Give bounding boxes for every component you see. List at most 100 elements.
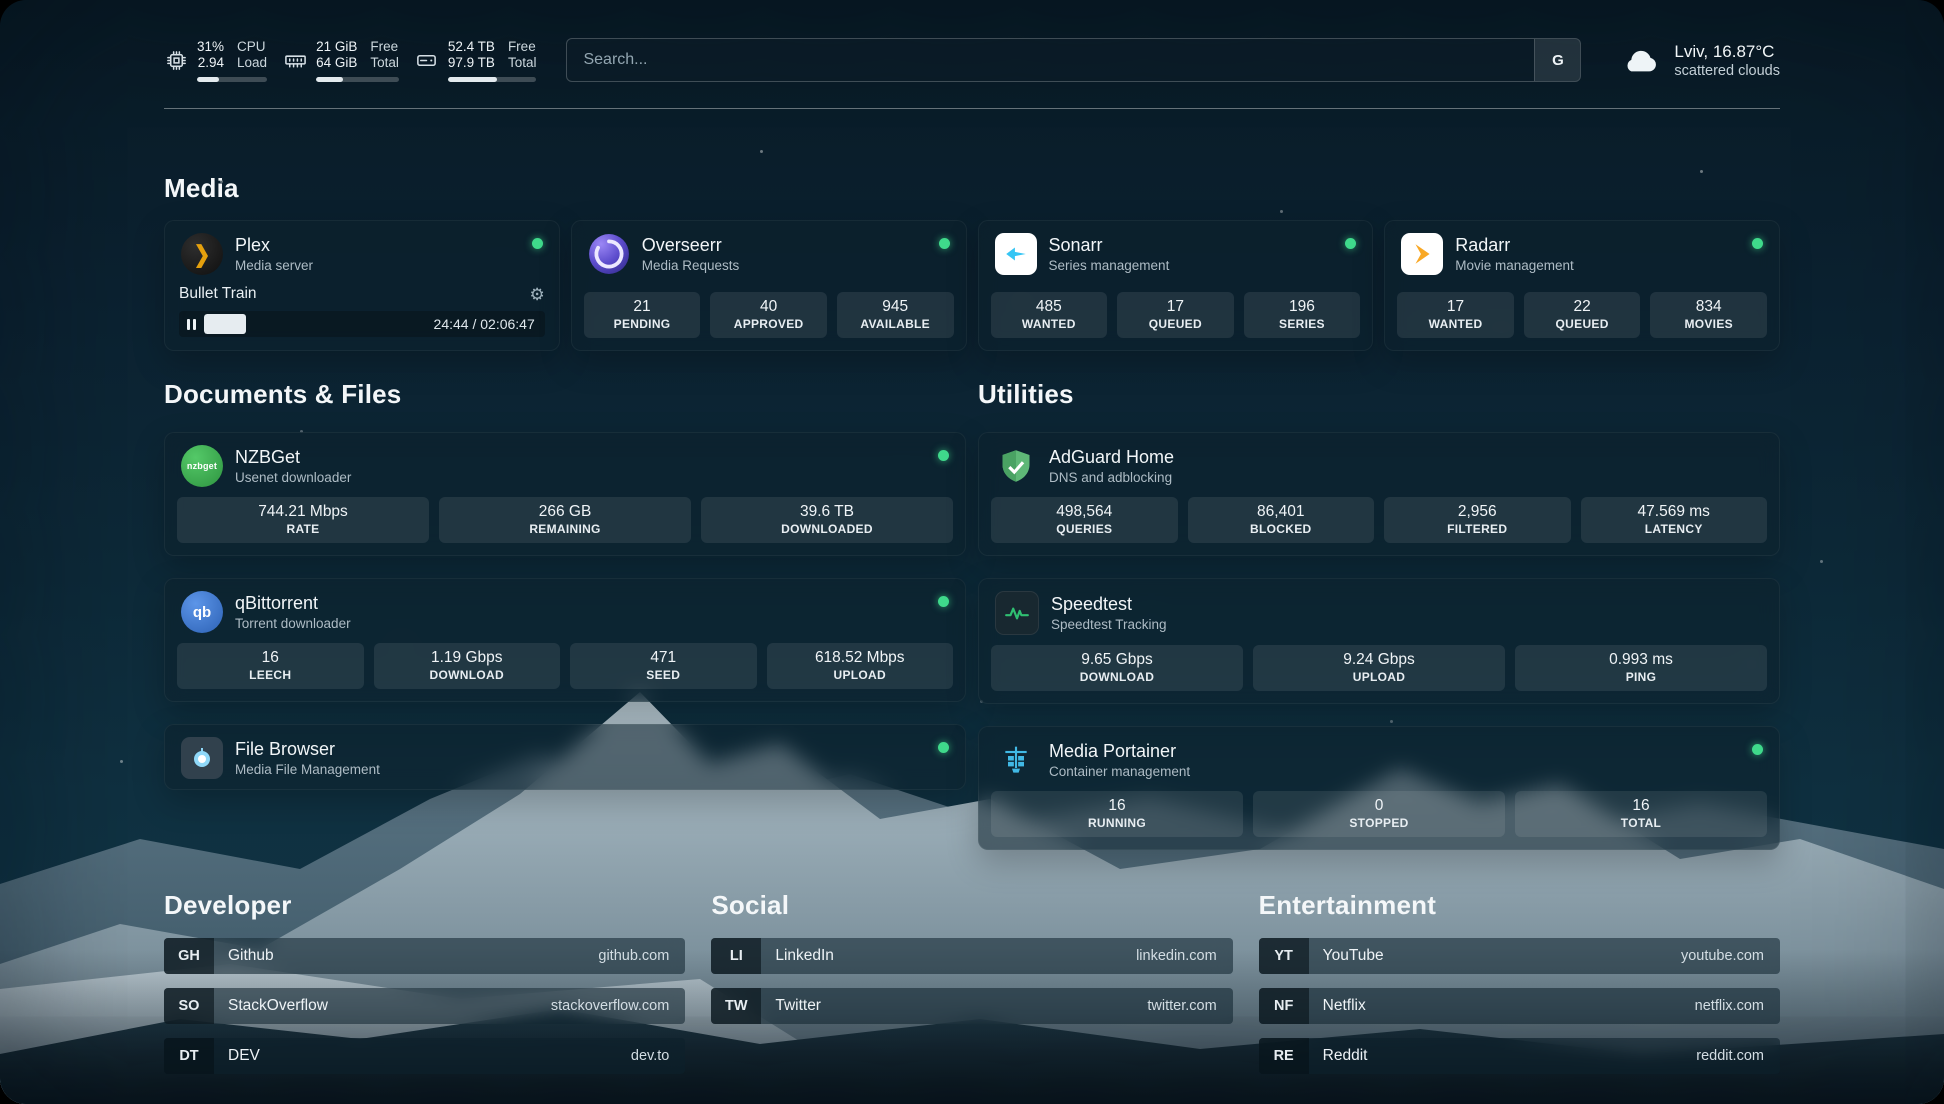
stat-label: RATE [183, 522, 423, 537]
stat-value: 744.21 Mbps [183, 502, 423, 522]
card-overseerr[interactable]: Overseerr Media Requests 21 PENDING [571, 220, 967, 351]
card-subtitle: Series management [1049, 257, 1170, 274]
speedtest-icon [995, 591, 1039, 635]
stat-value: 498,564 [997, 502, 1172, 522]
sonarr-icon [995, 233, 1037, 275]
status-online-dot [939, 238, 950, 249]
disk-progress-fill [448, 77, 497, 82]
stat-label: BLOCKED [1194, 522, 1369, 537]
media-heading: Media [164, 173, 1780, 204]
card-qbittorrent[interactable]: qb qBittorrent Torrent downloader 16 [164, 578, 966, 702]
stat-label: DOWNLOAD [380, 668, 555, 683]
ram-progress-bar [316, 77, 399, 82]
section-developer: Developer GH Github github.com SO StackO… [164, 890, 685, 1074]
stat-queued: 17 QUEUED [1117, 292, 1234, 338]
card-plex[interactable]: ❯ Plex Media server Bullet Train ⚙ [164, 220, 560, 351]
stat-value: 16 [997, 796, 1237, 816]
stat-latency: 47.569 ms LATENCY [1581, 497, 1768, 543]
card-subtitle: Movie management [1455, 257, 1574, 274]
card-subtitle: Media server [235, 257, 313, 274]
weather-widget[interactable]: Lviv, 16.87°C scattered clouds [1619, 39, 1780, 81]
link-abbrev: YT [1259, 938, 1309, 974]
card-adguard[interactable]: AdGuard Home DNS and adblocking 498,564 … [978, 432, 1780, 556]
stat-available: 945 AVAILABLE [837, 292, 954, 338]
stat-movies: 834 MOVIES [1650, 292, 1767, 338]
card-subtitle: Torrent downloader [235, 615, 351, 632]
stat-label: TOTAL [1521, 816, 1761, 831]
stat-value: 21 [590, 297, 695, 317]
cpu-percent-value: 31% [197, 39, 224, 55]
cpu-load-value: 2.94 [198, 55, 224, 71]
stat-series: 196 SERIES [1244, 292, 1361, 338]
stat-label: DOWNLOADED [707, 522, 947, 537]
section-media: Media ❯ Plex Media server [164, 173, 1780, 351]
card-title: Radarr [1455, 234, 1574, 257]
stat-wanted: 485 WANTED [991, 292, 1108, 338]
stat-download: 1.19 Gbps DOWNLOAD [374, 643, 561, 689]
link-netflix[interactable]: NF Netflix netflix.com [1259, 988, 1780, 1024]
documents-heading: Documents & Files [164, 379, 966, 410]
plex-now-playing: Bullet Train ⚙ 24:44 / 02:06:47 [179, 285, 545, 337]
link-abbrev: DT [164, 1038, 214, 1074]
playback-progress-bar[interactable] [204, 314, 426, 334]
stat-value: 266 GB [445, 502, 685, 522]
gear-icon[interactable]: ⚙ [530, 286, 545, 303]
link-github[interactable]: GH Github github.com [164, 938, 685, 974]
adguard-icon [995, 445, 1037, 487]
plex-chevron-glyph: ❯ [194, 240, 211, 269]
stat-label: QUERIES [997, 522, 1172, 537]
stat-value: 834 [1656, 297, 1761, 317]
disk-label-bottom: Total [508, 55, 537, 71]
link-abbrev: LI [711, 938, 761, 974]
stat-label: UPLOAD [1259, 670, 1499, 685]
card-portainer[interactable]: Media Portainer Container management 16 … [978, 726, 1780, 850]
card-nzbget[interactable]: nzbget NZBGet Usenet downloader 744.21 M… [164, 432, 966, 556]
card-speedtest[interactable]: Speedtest Speedtest Tracking 9.65 Gbps D… [978, 578, 1780, 704]
link-stackoverflow[interactable]: SO StackOverflow stackoverflow.com [164, 988, 685, 1024]
ram-free-value: 21 GiB [316, 39, 357, 55]
link-dev[interactable]: DT DEV dev.to [164, 1038, 685, 1074]
ram-usage-widget: 21 GiB 64 GiB Free Total [283, 39, 399, 82]
stat-label: RUNNING [997, 816, 1237, 831]
link-name: LinkedIn [761, 947, 834, 965]
playback-progress-fill [204, 314, 246, 334]
cpu-usage-widget: 31% 2.94 CPU Load [164, 39, 267, 82]
card-sonarr[interactable]: Sonarr Series management 485 WANTED [978, 220, 1374, 351]
utilities-heading: Utilities [978, 379, 1780, 410]
stat-label: REMAINING [445, 522, 685, 537]
pause-icon[interactable] [187, 319, 196, 330]
stat-value: 40 [716, 297, 821, 317]
ram-label-bottom: Total [370, 55, 399, 71]
disk-icon [415, 48, 439, 72]
link-linkedin[interactable]: LI LinkedIn linkedin.com [711, 938, 1232, 974]
link-reddit[interactable]: RE Reddit reddit.com [1259, 1038, 1780, 1074]
card-radarr[interactable]: Radarr Movie management 17 WANTED 2 [1384, 220, 1780, 351]
nzbget-icon-text: nzbget [187, 461, 217, 471]
developer-heading: Developer [164, 890, 685, 921]
search-input[interactable] [567, 39, 1534, 81]
status-online-dot [938, 450, 949, 461]
ram-total-value: 64 GiB [316, 55, 357, 71]
card-title: Speedtest [1051, 593, 1167, 616]
link-name: StackOverflow [214, 997, 328, 1015]
link-name: Reddit [1309, 1047, 1368, 1065]
ram-icon [283, 48, 307, 72]
link-youtube[interactable]: YT YouTube youtube.com [1259, 938, 1780, 974]
stat-total: 16 TOTAL [1515, 791, 1767, 837]
card-title: Media Portainer [1049, 740, 1190, 763]
stat-label: LATENCY [1587, 522, 1762, 537]
link-twitter[interactable]: TW Twitter twitter.com [711, 988, 1232, 1024]
system-metrics: 31% 2.94 CPU Load [164, 39, 536, 82]
cpu-label-top: CPU [237, 39, 267, 55]
search-engine-button[interactable]: G [1534, 39, 1580, 81]
dashboard-screen: 31% 2.94 CPU Load [0, 0, 1944, 1104]
stat-upload: 9.24 Gbps UPLOAD [1253, 645, 1505, 691]
card-filebrowser[interactable]: File Browser Media File Management [164, 724, 966, 790]
section-documents-files: Documents & Files nzbget NZBGet Usenet d… [164, 379, 966, 790]
stat-value: 16 [1521, 796, 1761, 816]
stat-label: MOVIES [1656, 317, 1761, 332]
stat-value: 1.19 Gbps [380, 648, 555, 668]
stat-label: SERIES [1250, 317, 1355, 332]
playback-time: 24:44 / 02:06:47 [434, 316, 535, 332]
search-bar[interactable]: G [566, 38, 1581, 82]
